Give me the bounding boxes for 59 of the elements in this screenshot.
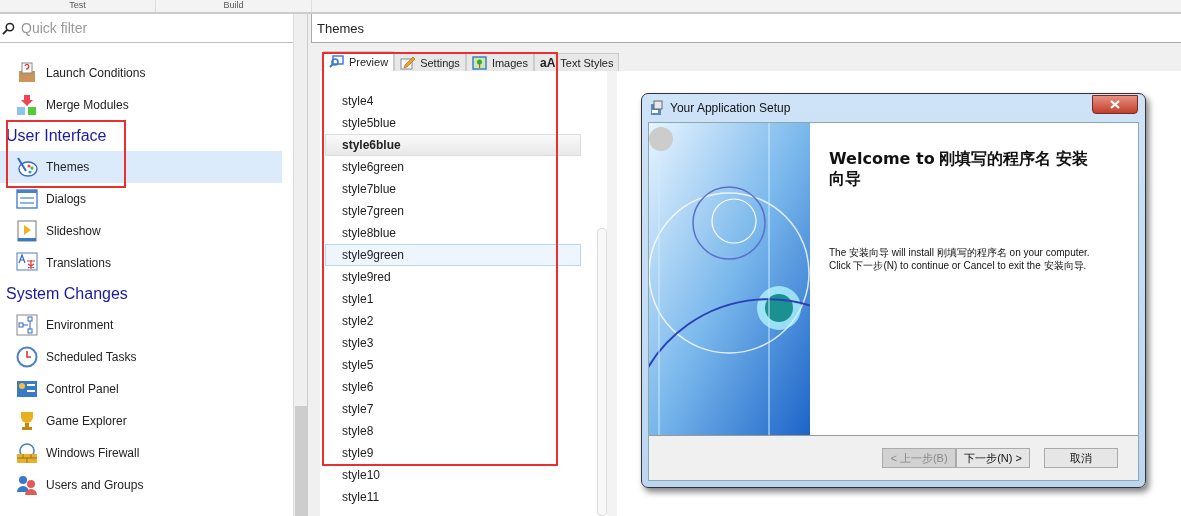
sidebar-item[interactable]: Dialogs (0, 183, 282, 215)
theme-item[interactable]: style8blue (325, 222, 581, 244)
page-title: Themes (311, 14, 1181, 43)
welcome-text: The 安装向导 will install 刚填写的程序名 on your computer. Click 下一步(N) to continue or Cancel to exit the 安装向导. (829, 246, 1091, 272)
installer-icon (649, 100, 665, 116)
theme-item[interactable]: style11 (325, 486, 581, 508)
theme-item[interactable]: style1 (325, 288, 581, 310)
sidebar-item[interactable]: Slideshow (0, 215, 282, 247)
theme-item[interactable]: style9red (325, 266, 581, 288)
theme-item[interactable]: style7green (325, 200, 581, 222)
close-icon (1110, 100, 1120, 109)
theme-item[interactable]: style7 (325, 398, 581, 420)
dialog-button[interactable]: 下一步(N) > (956, 448, 1030, 468)
theme-item[interactable]: style5 (325, 354, 581, 376)
translate-icon (16, 252, 38, 274)
sidebar-item[interactable]: Users and Groups (0, 469, 282, 501)
theme-item[interactable]: style6 (325, 376, 581, 398)
sidebar-item[interactable]: Launch Conditions (0, 57, 282, 89)
control-panel-icon (16, 378, 38, 400)
image-icon (471, 55, 487, 70)
theme-item[interactable]: style2 (325, 310, 581, 332)
dialog-button[interactable]: 取消 (1044, 448, 1118, 468)
box-icon (16, 62, 38, 84)
diagram-icon (16, 314, 38, 336)
window-icon (16, 188, 38, 210)
theme-item[interactable]: style7blue (325, 178, 581, 200)
theme-item[interactable]: style6green (325, 156, 581, 178)
theme-item[interactable]: style9green (325, 244, 581, 266)
theme-item[interactable]: style5blue (325, 112, 581, 134)
sidebar-item[interactable]: Game Explorer (0, 405, 282, 437)
theme-item[interactable]: style10 (325, 464, 581, 486)
search-icon (2, 21, 15, 35)
theme-item[interactable]: style3 (325, 332, 581, 354)
users-icon (16, 474, 38, 496)
theme-item[interactable]: style6blue (325, 134, 581, 156)
theme-item[interactable]: style8 (325, 420, 581, 442)
top-tab[interactable]: Test (0, 0, 156, 12)
theme-item[interactable]: style9 (325, 442, 581, 464)
play-icon (16, 220, 38, 242)
sidebar-item[interactable]: Translations (0, 247, 282, 279)
sidebar-item[interactable]: Themes (0, 151, 282, 183)
sidebar-item[interactable]: Scheduled Tasks (0, 341, 282, 373)
sidebar-item[interactable]: Control Panel (0, 373, 282, 405)
dialog-title: Your Application Setup (670, 101, 791, 115)
tab-icon-text: aA (539, 55, 556, 70)
palette-icon (16, 156, 38, 178)
close-button[interactable] (1092, 95, 1138, 114)
sidebar-item[interactable]: Merge Modules (0, 89, 282, 121)
welcome-heading: Welcome to 刚填写的程序名 安装向导 (829, 149, 1089, 189)
tab[interactable]: aA Text Styles (533, 53, 620, 71)
top-tab[interactable]: Build (156, 0, 312, 12)
sidebar-item[interactable]: Environment (0, 309, 282, 341)
clock-icon (16, 346, 38, 368)
theme-item[interactable]: style4 (325, 90, 581, 112)
cubes-icon (16, 94, 38, 116)
magnifier-icon (329, 55, 344, 68)
globe-wall-icon (16, 442, 38, 464)
sidebar-item[interactable]: Windows Firewall (0, 437, 282, 469)
section-heading: System Changes (5, 284, 129, 304)
